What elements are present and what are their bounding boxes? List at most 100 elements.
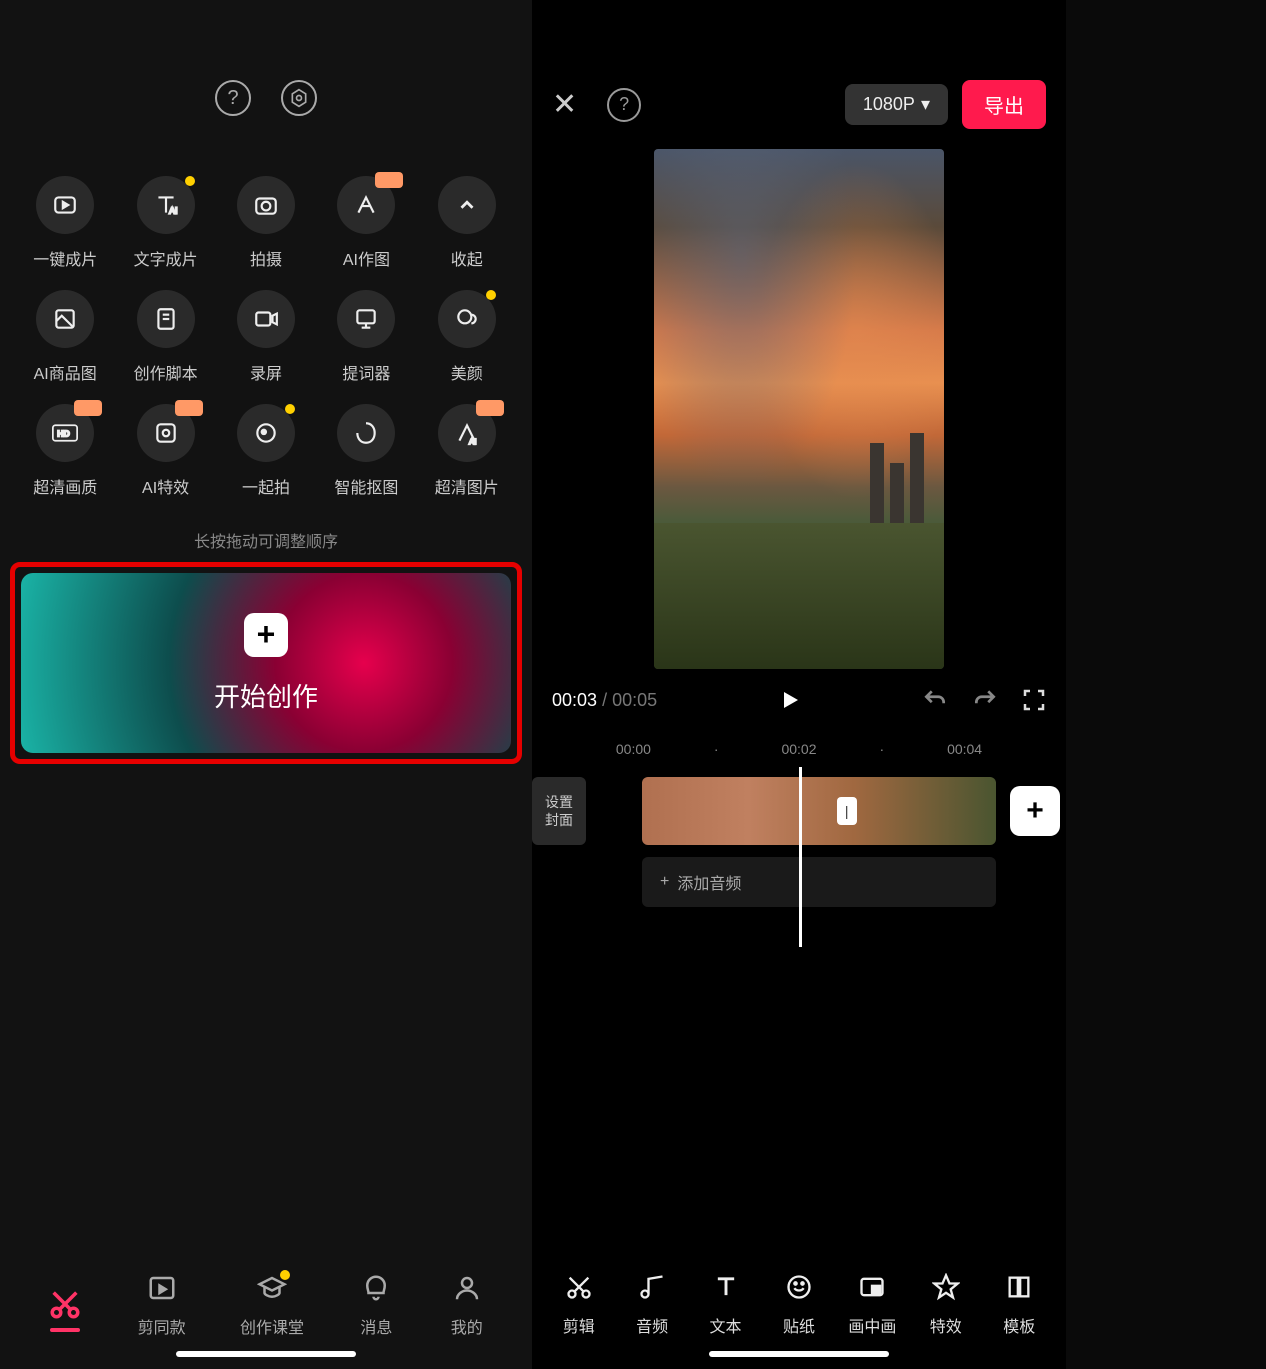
tool-label: AI特效 — [142, 474, 189, 498]
script-icon — [137, 290, 195, 348]
create-label: 开始创作 — [214, 677, 318, 714]
time-display: 00:03 / 00:05 — [552, 690, 657, 711]
nav-academy[interactable]: 创作课堂 — [240, 1270, 304, 1338]
total-time: 00:05 — [612, 690, 657, 710]
settings-icon[interactable] — [281, 80, 317, 116]
fullscreen-button[interactable] — [1022, 688, 1046, 712]
badge-dot — [486, 290, 496, 300]
start-create-card[interactable]: + 开始创作 — [21, 573, 511, 753]
tool-grid: 一键成片 AI 文字成片 拍摄 AI作图收起 AI商品图创作脚本录屏 提词器美颜 HD超清画质… — [0, 146, 532, 508]
effect-icon — [930, 1271, 962, 1303]
audio-icon — [636, 1271, 668, 1303]
hd-quality-icon: HD — [36, 404, 94, 462]
shoot-icon — [237, 176, 295, 234]
shoot-together-icon — [237, 404, 295, 462]
tool-label: 拍摄 — [250, 246, 282, 270]
tool-beauty[interactable]: 美颜 — [422, 290, 512, 384]
video-clip[interactable]: | — [642, 777, 996, 845]
one-click-video-icon — [36, 176, 94, 234]
badge-dot — [285, 404, 295, 414]
nav-messages[interactable]: 消息 — [358, 1270, 394, 1338]
help-icon[interactable]: ? — [607, 88, 641, 122]
export-button[interactable]: 导出 — [962, 80, 1046, 129]
nav-cut[interactable] — [47, 1286, 83, 1322]
resolution-button[interactable]: 1080P ▾ — [845, 84, 948, 125]
badge-tag — [375, 172, 403, 188]
home-indicator — [176, 1351, 356, 1357]
clip-split-handle[interactable]: | — [837, 797, 857, 825]
nav-label: 创作课堂 — [240, 1314, 304, 1338]
playhead[interactable] — [799, 767, 802, 947]
time-ruler: 00:00·00:02·00:04 — [532, 741, 1066, 757]
tool-label: 智能抠图 — [334, 474, 398, 498]
mine-icon — [449, 1270, 485, 1306]
toolbar-sticker[interactable]: 贴纸 — [769, 1271, 829, 1337]
toolbar-edit[interactable]: 剪辑 — [549, 1271, 609, 1337]
add-clip-button[interactable]: + — [1010, 786, 1060, 836]
toolbar-label: 剪辑 — [563, 1313, 595, 1337]
nav-mine[interactable]: 我的 — [449, 1270, 485, 1338]
ai-draw-icon — [337, 176, 395, 234]
badge-dot — [185, 176, 195, 186]
nav-label: 剪同款 — [138, 1314, 186, 1338]
badge-tag — [476, 400, 504, 416]
tool-ai-effect[interactable]: AI特效 — [120, 404, 210, 498]
tool-ai-draw[interactable]: AI作图 — [321, 176, 411, 270]
sticker-icon — [783, 1271, 815, 1303]
undo-button[interactable] — [922, 687, 948, 713]
editor-header: ✕ ? 1080P ▾ 导出 — [532, 0, 1066, 149]
ruler-tick: · — [840, 741, 923, 757]
tool-smart-cutout[interactable]: 智能抠图 — [321, 404, 411, 498]
play-button[interactable] — [778, 688, 802, 712]
toolbar-effect[interactable]: 特效 — [916, 1271, 976, 1337]
tool-hd-image[interactable]: AI超清图片 — [422, 404, 512, 498]
ruler-tick: 00:00 — [592, 741, 675, 757]
toolbar-label: 模板 — [1003, 1313, 1035, 1337]
smart-cutout-icon — [337, 404, 395, 462]
badge-tag — [74, 400, 102, 416]
player-controls: 00:03 / 00:05 — [532, 669, 1066, 731]
teleprompter-icon — [337, 290, 395, 348]
pip-icon — [856, 1271, 888, 1303]
toolbar-label: 贴纸 — [783, 1313, 815, 1337]
record-screen-icon — [237, 290, 295, 348]
help-icon[interactable]: ? — [215, 80, 251, 116]
toolbar-audio[interactable]: 音频 — [622, 1271, 682, 1337]
set-cover-button[interactable]: 设置 封面 — [532, 777, 586, 845]
svg-text:HD: HD — [57, 428, 70, 438]
tool-one-click-video[interactable]: 一键成片 — [20, 176, 110, 270]
bottom-nav: 剪同款 创作课堂 消息我的 — [0, 1239, 532, 1369]
left-top-bar: ? — [0, 0, 532, 146]
toolbar-text[interactable]: 文本 — [696, 1271, 756, 1337]
tool-label: 文字成片 — [134, 246, 198, 270]
tool-script[interactable]: 创作脚本 — [120, 290, 210, 384]
home-indicator — [709, 1351, 889, 1357]
create-highlight-box: + 开始创作 — [10, 562, 522, 764]
tool-label: 超清图片 — [435, 474, 499, 498]
toolbar-template[interactable]: 模板 — [989, 1271, 1049, 1337]
toolbar-label: 文本 — [710, 1313, 742, 1337]
toolbar-label: 画中画 — [848, 1313, 896, 1337]
tool-shoot-together[interactable]: 一起拍 — [221, 404, 311, 498]
tool-label: 录屏 — [250, 360, 282, 384]
toolbar-pip[interactable]: 画中画 — [842, 1271, 902, 1337]
svg-text:AI: AI — [169, 206, 177, 216]
tool-text-to-video[interactable]: AI 文字成片 — [120, 176, 210, 270]
video-preview[interactable] — [654, 149, 944, 669]
template-icon — [1003, 1271, 1035, 1303]
current-time: 00:03 — [552, 690, 597, 710]
tool-teleprompter[interactable]: 提词器 — [321, 290, 411, 384]
tool-shoot[interactable]: 拍摄 — [221, 176, 311, 270]
tool-label: 一起拍 — [242, 474, 290, 498]
tool-record-screen[interactable]: 录屏 — [221, 290, 311, 384]
nav-same-style[interactable]: 剪同款 — [138, 1270, 186, 1338]
tool-hd-quality[interactable]: HD超清画质 — [20, 404, 110, 498]
plus-icon: + — [660, 873, 669, 891]
redo-button[interactable] — [972, 687, 998, 713]
same-style-icon — [144, 1270, 180, 1306]
close-icon[interactable]: ✕ — [552, 87, 577, 122]
tool-ai-product[interactable]: AI商品图 — [20, 290, 110, 384]
home-panel: ? 一键成片AI文字成片拍摄AI作图收起AI商品图创作脚本录屏提词器美颜HD超清… — [0, 0, 532, 1369]
tool-collapse[interactable]: 收起 — [422, 176, 512, 270]
add-audio-button[interactable]: + 添加音频 — [642, 857, 996, 907]
